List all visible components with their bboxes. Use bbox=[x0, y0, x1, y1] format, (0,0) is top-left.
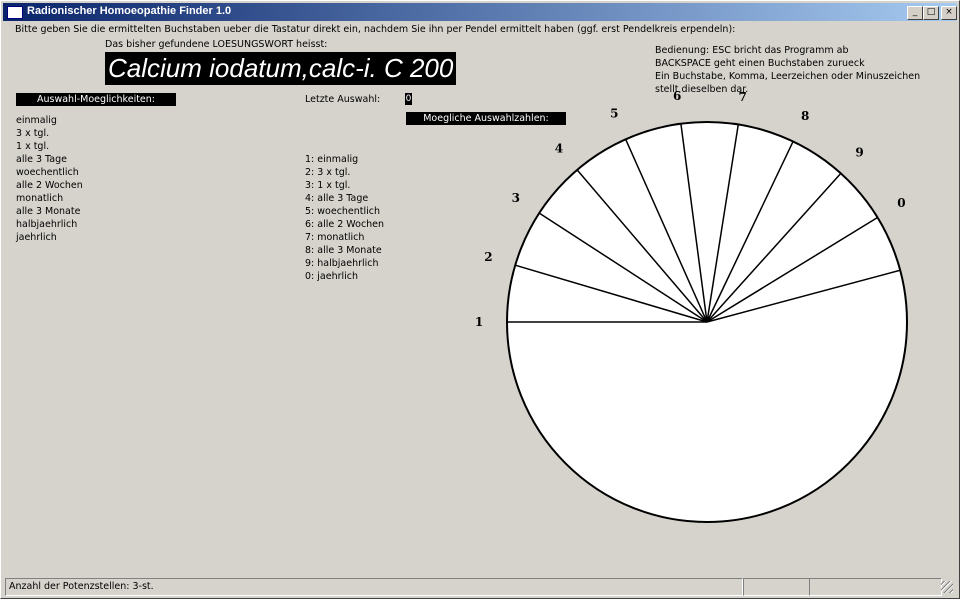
pendulum-label-1: 1 bbox=[475, 315, 483, 329]
window-title: Radionischer Homoeopathie Finder 1.0 bbox=[27, 5, 232, 17]
main-content: Bitte geben Sie die ermittelten Buchstab… bbox=[1, 21, 959, 577]
resize-grip[interactable] bbox=[941, 581, 953, 593]
pendulum-label-2: 2 bbox=[484, 250, 492, 264]
title-bar[interactable]: Radionischer Homoeopathie Finder 1.0 _ □… bbox=[3, 3, 957, 21]
pendulum-label-0: 0 bbox=[897, 196, 905, 210]
pendulum-label-9: 9 bbox=[855, 146, 863, 160]
pendulum-label-7: 7 bbox=[738, 90, 746, 104]
app-window: Radionischer Homoeopathie Finder 1.0 _ □… bbox=[0, 0, 960, 599]
pendulum-circle: 1 2 3 4 5 6 7 8 9 0 bbox=[475, 89, 908, 523]
minimize-button[interactable]: _ bbox=[907, 6, 923, 20]
pendulum-label-4: 4 bbox=[555, 142, 563, 156]
status-potencies: Anzahl der Potenzstellen: 3-st. bbox=[5, 578, 743, 596]
pendulum-label-3: 3 bbox=[512, 191, 520, 205]
pendulum-label-6: 6 bbox=[673, 89, 681, 103]
app-icon[interactable] bbox=[7, 6, 23, 19]
close-button[interactable]: × bbox=[941, 6, 957, 20]
maximize-button[interactable]: □ bbox=[923, 6, 939, 20]
pendulum-label-8: 8 bbox=[801, 109, 809, 123]
status-cell bbox=[743, 578, 810, 596]
pendulum-label-5: 5 bbox=[610, 107, 618, 121]
status-bar: Anzahl der Potenzstellen: 3-st. bbox=[3, 577, 957, 596]
status-cell bbox=[809, 578, 942, 596]
